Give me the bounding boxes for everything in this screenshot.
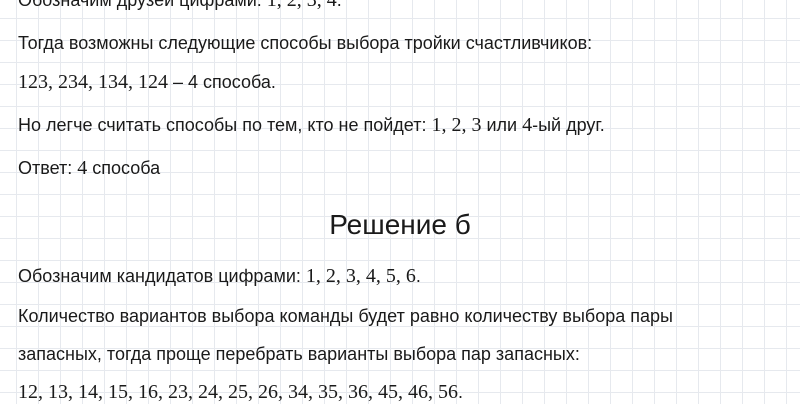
answer-label: Ответ: [18,158,78,178]
line-text: запасных, тогда проще перебрать варианты… [18,344,580,364]
line-text: Обозначим кандидатов цифрами: [18,266,306,286]
line-text: Количество вариантов выбора команды буде… [18,306,673,326]
text-line-team-count: Количество вариантов выбора команды буде… [18,304,673,328]
line-tail: . [458,382,464,402]
text-line-reserve-pairs: запасных, тогда проще перебрать варианты… [18,342,580,366]
answer-tail: способа [87,158,161,178]
text-line-candidates-digits: Обозначим кандидатов цифрами: 1, 2, 3, 4… [18,264,421,288]
line-tail: . [336,0,342,10]
line-tail: . [415,266,421,286]
text-line-triples: 123, 234, 134, 124 – 4 способа. [18,70,276,94]
answer-value: 4 [77,157,88,179]
text-line-pairs-list: 12, 13, 14, 15, 16, 23, 24, 25, 26, 34, … [18,380,463,404]
text-line-friends-digits: Обозначим друзей цифрами: 1, 2, 3, 4. [18,0,342,12]
line-text: Тогда возможны следующие способы выбора … [18,33,593,53]
line-text: Обозначим друзей цифрами: [18,0,267,10]
answer-line: Ответ: 4 способа [18,156,160,180]
section-heading: Решение б [329,209,471,240]
math-digits: 1, 2, 3 [431,114,482,136]
line-text: – 4 способа. [168,72,276,92]
text-line-possible-ways: Тогда возможны следующие способы выбора … [18,31,592,55]
math-triples: 123, 234, 134, 124 [18,71,168,93]
math-digits: 1, 2, 3, 4, 5, 6 [305,265,416,287]
line-text: Но легче считать способы по тем, кто не … [18,115,432,135]
math-digits: 1, 2, 3, 4 [266,0,337,11]
line-mid: или [481,115,523,135]
text-line-easier-count: Но легче считать способы по тем, кто не … [18,113,605,137]
math-digit: 4 [522,114,533,136]
line-tail: -ый друг. [532,115,605,135]
